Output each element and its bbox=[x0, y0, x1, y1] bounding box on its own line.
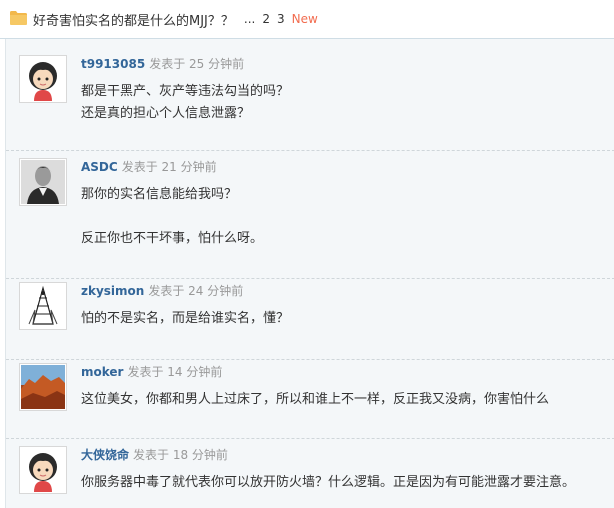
content-line: 你服务器中毒了就代表你可以放开防火墙？什么逻辑。正是因为有可能泄露才要注意。 bbox=[81, 475, 576, 490]
canyon-avatar[interactable] bbox=[19, 363, 67, 411]
content-line: 这位美女，你都和男人上过床了，所以和谁上不一样，反正我又没病，你害怕什么 bbox=[81, 392, 550, 407]
post-meta: t9913085 发表于 25 分钟前 bbox=[81, 55, 244, 72]
author-link[interactable]: moker bbox=[81, 365, 123, 379]
post-meta: moker 发表于 14 分钟前 bbox=[81, 363, 222, 380]
post-item: 大侠饶命 发表于 18 分钟前 你服务器中毒了就代表你可以放开防火墙？什么逻辑。正… bbox=[6, 438, 614, 508]
post-time: 发表于 18 分钟前 bbox=[133, 448, 228, 462]
content-line: 怕的不是实名，而是给谁实名，懂？ bbox=[81, 311, 290, 326]
content-line: 还是真的担心个人信息泄露？ bbox=[81, 106, 251, 121]
cartoon-girl-avatar[interactable] bbox=[19, 446, 67, 494]
page-3-link[interactable]: 3 bbox=[277, 12, 285, 26]
post-time: 发表于 25 分钟前 bbox=[149, 57, 245, 71]
content-line: 反正你也不干坏事，怕什么呀。 bbox=[81, 231, 264, 246]
content-line: 都是干黑产、灰产等违法勾当的吗？ bbox=[81, 84, 290, 99]
post-content: 你服务器中毒了就代表你可以放开防火墙？什么逻辑。正是因为有可能泄露才要注意。 bbox=[81, 472, 575, 494]
author-link[interactable]: ASDC bbox=[81, 160, 118, 174]
post-content: 这位美女，你都和男人上过床了，所以和谁上不一样，反正我又没病，你害怕什么 bbox=[81, 389, 549, 411]
post-meta: zkysimon 发表于 24 分钟前 bbox=[81, 282, 243, 299]
content-line: 那你的实名信息能给我吗？ bbox=[81, 187, 238, 202]
page-ellipsis[interactable]: ... bbox=[244, 12, 255, 26]
post-time: 发表于 14 分钟前 bbox=[127, 365, 223, 379]
post-content: 怕的不是实名，而是给谁实名，懂？ bbox=[81, 308, 289, 330]
post-time: 发表于 24 分钟前 bbox=[148, 284, 244, 298]
pagination: ... 2 3 New bbox=[244, 12, 318, 26]
sketch-avatar[interactable] bbox=[19, 282, 67, 330]
portrait-avatar[interactable] bbox=[19, 158, 67, 206]
author-link[interactable]: zkysimon bbox=[81, 284, 144, 298]
content-line bbox=[81, 206, 263, 228]
post-list: t9913085 发表于 25 分钟前 都是干黑产、灰产等违法勾当的吗？ 还是真的… bbox=[5, 39, 614, 508]
new-badge[interactable]: New bbox=[292, 12, 318, 26]
thread-title[interactable]: 好奇害怕实名的都是什么的MJJ？？ bbox=[33, 10, 234, 29]
author-link[interactable]: 大侠饶命 bbox=[81, 448, 129, 462]
author-link[interactable]: t9913085 bbox=[81, 57, 145, 71]
post-meta: ASDC 发表于 21 分钟前 bbox=[81, 158, 217, 175]
post-meta: 大侠饶命 发表于 18 分钟前 bbox=[81, 446, 228, 463]
post-content: 那你的实名信息能给我吗？ 反正你也不干坏事，怕什么呀。 bbox=[81, 184, 263, 250]
post-item: zkysimon 发表于 24 分钟前 怕的不是实名，而是给谁实名，懂？ bbox=[6, 278, 614, 360]
post-time: 发表于 21 分钟前 bbox=[121, 160, 217, 174]
page-2-link[interactable]: 2 bbox=[262, 12, 270, 26]
folder-icon bbox=[10, 10, 33, 29]
post-item: t9913085 发表于 25 分钟前 都是干黑产、灰产等违法勾当的吗？ 还是真的… bbox=[6, 39, 614, 151]
post-content: 都是干黑产、灰产等违法勾当的吗？ 还是真的担心个人信息泄露？ bbox=[81, 81, 289, 125]
post-item: ASDC 发表于 21 分钟前 那你的实名信息能给我吗？ 反正你也不干坏事，怕什么… bbox=[6, 150, 614, 279]
thread-header: 好奇害怕实名的都是什么的MJJ？？ ... 2 3 New bbox=[0, 0, 614, 39]
post-item: moker 发表于 14 分钟前 这位美女，你都和男人上过床了，所以和谁上不一样，… bbox=[6, 359, 614, 439]
cartoon-girl-avatar[interactable] bbox=[19, 55, 67, 103]
